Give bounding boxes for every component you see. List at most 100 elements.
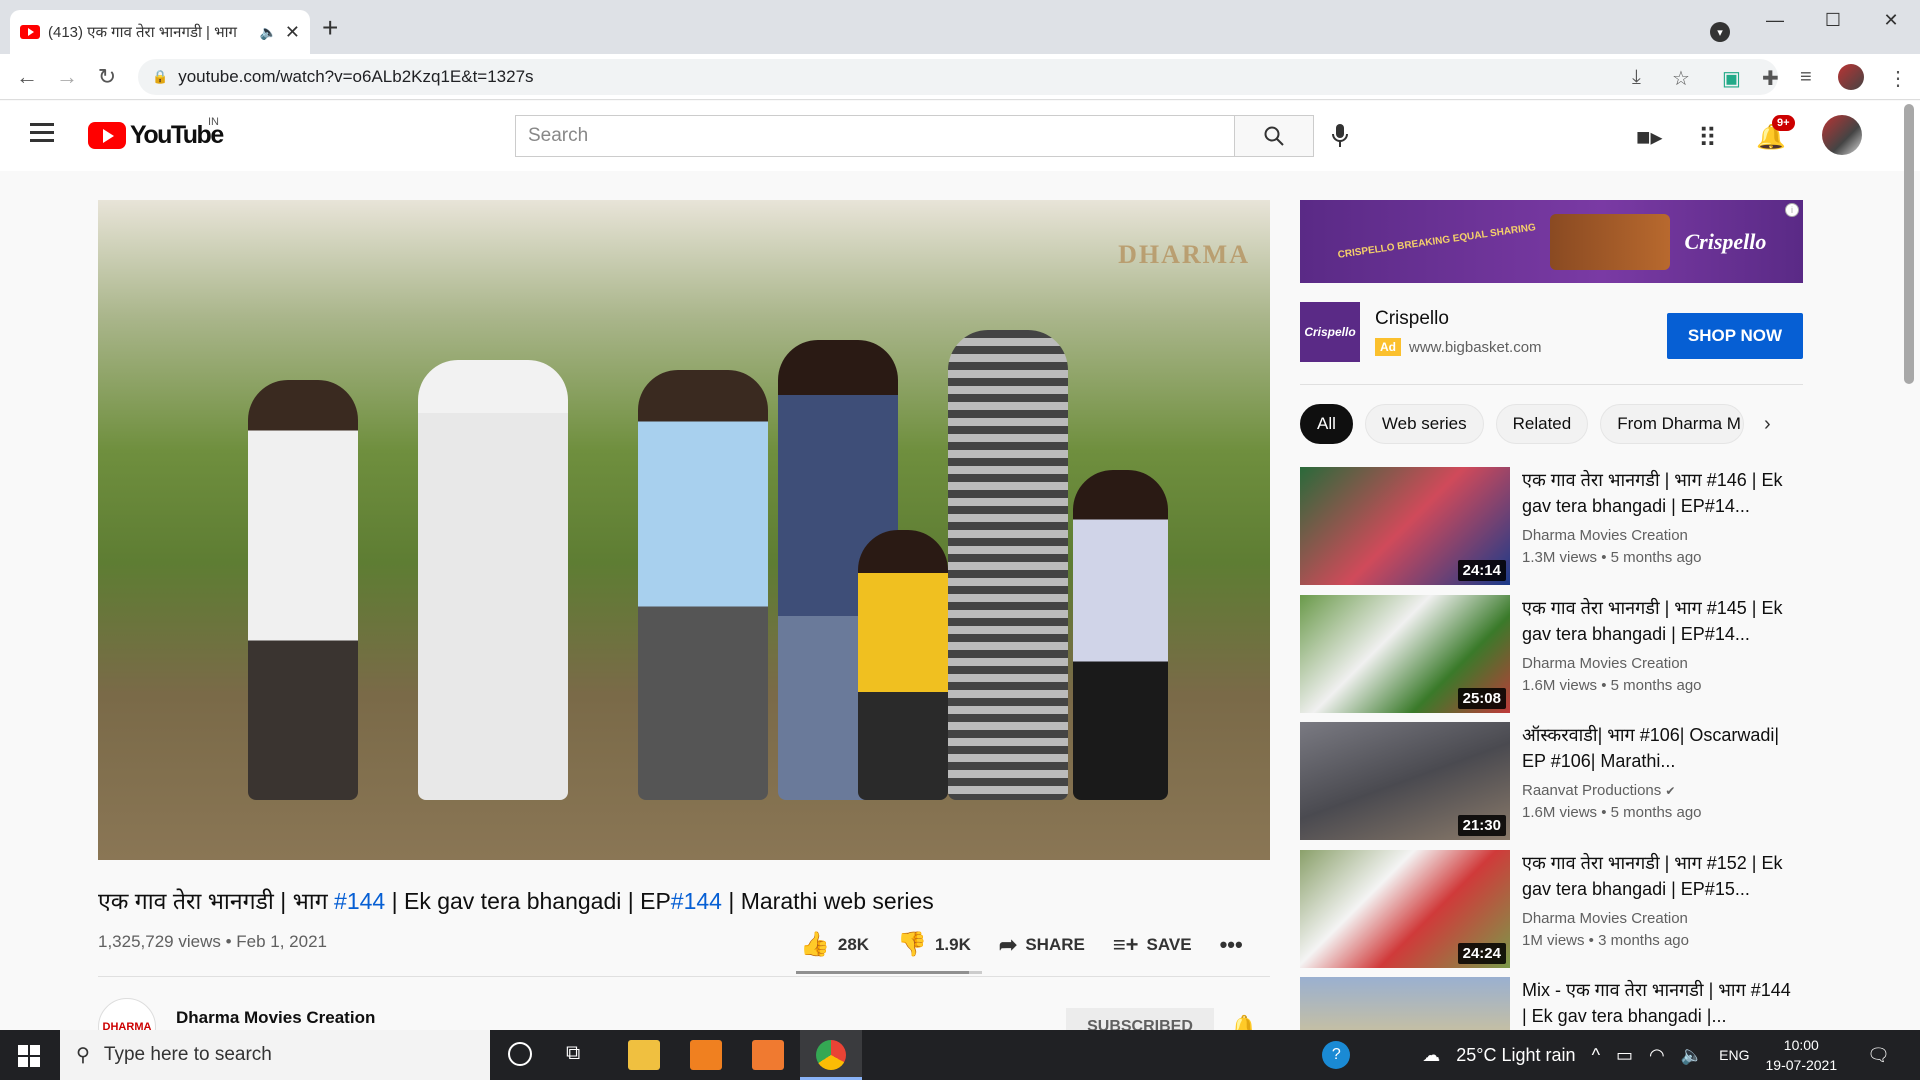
dislike-count: 1.9K xyxy=(934,934,971,954)
sublime-text-icon[interactable] xyxy=(690,1040,722,1070)
ad-meta: Ad www.bigbasket.com xyxy=(1375,338,1542,356)
create-video-icon[interactable]: ■▸ xyxy=(1636,123,1663,152)
verified-icon: ✔ xyxy=(1665,784,1676,798)
shop-now-button[interactable]: SHOP NOW xyxy=(1667,313,1803,359)
related-views: 1.6M views • 5 months ago xyxy=(1522,804,1702,821)
ad-info-icon[interactable]: i xyxy=(1785,203,1799,217)
chip-all[interactable]: All xyxy=(1300,404,1353,444)
apps-grid-icon[interactable]: ⠿ xyxy=(1698,123,1717,154)
related-video[interactable]: 25:08 एक गाव तेरा भानगडी | भाग #145 | Ek… xyxy=(1300,595,1810,713)
video-player[interactable]: DHARMA xyxy=(98,200,1270,860)
address-bar: ← → ↻ 🔒 youtube.com/watch?v=o6ALb2Kzq1E&… xyxy=(0,54,1920,100)
help-icon[interactable]: ? xyxy=(1322,1041,1351,1069)
install-icon[interactable]: ⤓ xyxy=(1632,66,1641,89)
video-thumbnail[interactable]: 25:08 xyxy=(1300,595,1510,713)
battery-icon[interactable]: ▭ xyxy=(1616,1045,1633,1066)
youtube-logo[interactable]: YouTube IN xyxy=(88,116,224,150)
related-video[interactable]: 21:30 ऑस्करवाडी| भाग #106| Oscarwadi| EP… xyxy=(1300,722,1810,840)
scrollbar-thumb[interactable] xyxy=(1904,104,1914,384)
chevron-right-icon[interactable]: › xyxy=(1764,413,1771,436)
reload-icon[interactable]: ↻ xyxy=(92,64,122,90)
channel-name[interactable]: Dharma Movies Creation xyxy=(176,1008,375,1028)
account-avatar[interactable] xyxy=(1822,115,1862,155)
advertiser-logo[interactable]: Crispello xyxy=(1300,302,1360,362)
related-title[interactable]: एक गाव तेरा भानगडी | भाग #145 | Ek gav t… xyxy=(1522,595,1792,647)
scene-figure xyxy=(248,380,358,800)
chocolate-image xyxy=(1550,213,1671,270)
chrome-taskbar-button[interactable] xyxy=(800,1030,862,1080)
advertiser-name[interactable]: Crispello xyxy=(1375,308,1449,330)
ad-banner[interactable]: CRISPELLO BREAKING EQUAL SHARING Crispel… xyxy=(1300,200,1803,283)
new-tab-button[interactable]: + xyxy=(322,14,338,42)
save-button[interactable]: ≡+ SAVE xyxy=(1113,932,1192,958)
minimize-icon[interactable]: — xyxy=(1746,0,1804,40)
chip-related[interactable]: Related xyxy=(1495,404,1589,444)
close-window-icon[interactable]: ✕ xyxy=(1862,0,1920,40)
speaker-icon[interactable]: 🔈 xyxy=(259,24,276,41)
wifi-icon[interactable]: ◠ xyxy=(1649,1045,1665,1066)
tab-search-icon[interactable]: ▾ xyxy=(1710,22,1730,42)
notification-center-icon[interactable]: 🗨 xyxy=(1867,1045,1890,1066)
video-thumbnail[interactable]: 24:24 xyxy=(1300,850,1510,968)
cortana-icon[interactable] xyxy=(508,1042,532,1066)
windows-start-icon[interactable] xyxy=(18,1045,40,1067)
channel-watermark: DHARMA xyxy=(1118,240,1250,269)
related-title[interactable]: ऑस्करवाडी| भाग #106| Oscarwadi| EP #106|… xyxy=(1522,722,1792,774)
kebab-menu-icon[interactable]: ⋮ xyxy=(1888,66,1908,91)
back-icon[interactable]: ← xyxy=(12,64,42,90)
related-title[interactable]: एक गाव तेरा भानगडी | भाग #152 | Ek gav t… xyxy=(1522,850,1792,902)
taskbar: ⚲ Type here to search ⧉ ? ☁ 25°C Light r… xyxy=(0,1030,1920,1080)
dislike-button[interactable]: 👎 1.9K xyxy=(897,930,971,959)
related-channel[interactable]: Dharma Movies Creation xyxy=(1522,910,1688,927)
related-channel[interactable]: Dharma Movies Creation xyxy=(1522,527,1688,544)
related-video[interactable]: Mix - एक गाव तेरा भानगडी | भाग #144 | Ek… xyxy=(1300,977,1810,1030)
video-thumbnail[interactable]: 24:14 xyxy=(1300,467,1510,585)
url-field[interactable]: 🔒 youtube.com/watch?v=o6ALb2Kzq1E&t=1327… xyxy=(138,59,1778,95)
tray-chevron-icon[interactable]: ^ xyxy=(1592,1045,1600,1066)
task-view-icon[interactable]: ⧉ xyxy=(566,1042,580,1065)
related-channel[interactable]: Dharma Movies Creation xyxy=(1522,655,1688,672)
weather-text[interactable]: 25°C Light rain xyxy=(1456,1045,1575,1066)
weather-cloud-icon[interactable]: ☁ xyxy=(1422,1045,1440,1066)
related-video[interactable]: 24:24 एक गाव तेरा भानगडी | भाग #152 | Ek… xyxy=(1300,850,1810,968)
share-button[interactable]: ➦ SHARE xyxy=(999,932,1085,958)
related-title[interactable]: Mix - एक गाव तेरा भानगडी | भाग #144 | Ek… xyxy=(1522,977,1792,1029)
system-tray: ? ☁ 25°C Light rain ^ ▭ ◠ 🔈 ENG 10:00 19… xyxy=(1322,1030,1920,1080)
profile-avatar[interactable] xyxy=(1838,64,1864,90)
extension-icon[interactable]: ▣ xyxy=(1722,66,1741,91)
taskbar-search[interactable]: ⚲ Type here to search xyxy=(60,1030,490,1080)
video-thumbnail[interactable] xyxy=(1300,977,1510,1030)
microphone-icon[interactable] xyxy=(1330,123,1350,154)
search-icon: ⚲ xyxy=(76,1044,90,1066)
forward-icon[interactable]: → xyxy=(52,64,82,90)
volume-icon[interactable]: 🔈 xyxy=(1681,1045,1703,1066)
related-channel[interactable]: Raanvat Productions ✔ xyxy=(1522,782,1675,799)
xampp-icon[interactable] xyxy=(752,1040,784,1070)
lock-icon: 🔒 xyxy=(152,69,169,84)
hashtag-link[interactable]: #144 xyxy=(671,888,722,914)
browser-tab[interactable]: (413) एक गाव तेरा भानगडी | भाग 🔈 ✕ xyxy=(10,10,310,54)
like-button[interactable]: 👍 28K xyxy=(800,930,869,959)
search-input[interactable]: Search xyxy=(515,115,1235,157)
thumbs-down-icon: 👎 xyxy=(897,931,927,958)
chip-from-dharma[interactable]: From Dharma M xyxy=(1600,404,1745,444)
hashtag-link[interactable]: #144 xyxy=(334,888,385,914)
close-tab-icon[interactable]: ✕ xyxy=(285,22,300,43)
clock-date: 19-07-2021 xyxy=(1765,1057,1838,1073)
maximize-icon[interactable]: ☐ xyxy=(1804,0,1862,40)
related-views: 1.6M views • 5 months ago xyxy=(1522,677,1702,694)
chip-web-series[interactable]: Web series xyxy=(1364,404,1484,444)
puzzle-icon[interactable]: ✚ xyxy=(1762,66,1779,91)
file-explorer-icon[interactable] xyxy=(628,1040,660,1070)
related-video[interactable]: 24:14 एक गाव तेरा भानगडी | भाग #146 | Ek… xyxy=(1300,467,1810,585)
bookmark-star-icon[interactable]: ☆ xyxy=(1672,66,1690,91)
clock[interactable]: 10:00 19-07-2021 xyxy=(1766,1035,1838,1075)
hamburger-menu-icon[interactable] xyxy=(30,123,54,147)
views-and-date: 1,325,729 views • Feb 1, 2021 xyxy=(98,932,327,951)
language-indicator[interactable]: ENG xyxy=(1719,1047,1749,1063)
more-actions-icon[interactable]: ••• xyxy=(1220,932,1243,958)
video-thumbnail[interactable]: 21:30 xyxy=(1300,722,1510,840)
media-queue-icon[interactable]: ≡ xyxy=(1800,66,1812,89)
related-title[interactable]: एक गाव तेरा भानगडी | भाग #146 | Ek gav t… xyxy=(1522,467,1792,519)
search-button[interactable] xyxy=(1234,115,1314,157)
